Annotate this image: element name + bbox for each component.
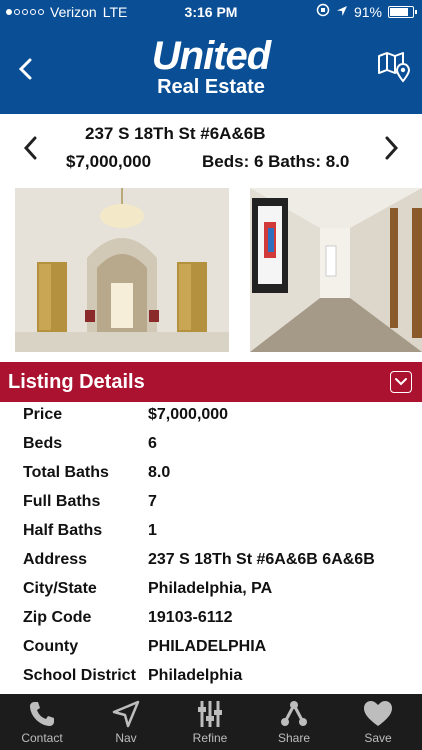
- sliders-icon: [168, 699, 252, 729]
- detail-label: Beds: [23, 435, 63, 452]
- detail-value: 7: [148, 493, 157, 510]
- chevron-right-icon: [385, 136, 399, 160]
- brand-logo: United Real Estate: [0, 36, 422, 98]
- detail-row-full-baths: Full Baths 7: [0, 489, 422, 518]
- tab-label: Contact: [21, 731, 63, 745]
- chevron-left-icon: [23, 136, 37, 160]
- chevron-down-icon: [395, 378, 407, 386]
- listing-photo-hallway[interactable]: [250, 188, 422, 352]
- tab-label: Share: [277, 731, 311, 745]
- detail-value: 237 S 18Th St #6A&6B 6A&6B: [148, 551, 375, 568]
- tab-label: Refine: [192, 731, 228, 745]
- detail-label: Address: [23, 551, 88, 568]
- brand-subtitle: Real Estate: [157, 76, 265, 98]
- bottom-tab-bar: Contact Nav Refine Share Save: [0, 694, 422, 750]
- detail-value: 6: [148, 435, 157, 452]
- tab-save[interactable]: Save: [336, 694, 420, 750]
- phone-icon: [0, 699, 84, 729]
- tab-contact[interactable]: Contact: [0, 694, 84, 750]
- detail-value: 8.0: [148, 464, 171, 481]
- listing-beds-baths: Beds: 6 Baths: 8.0: [202, 152, 350, 171]
- listing-price: $7,000,000: [66, 152, 152, 171]
- app-header: United Real Estate: [0, 24, 422, 114]
- detail-value: $7,000,000: [148, 406, 229, 423]
- section-title: Listing Details: [8, 371, 145, 393]
- detail-row-half-baths: Half Baths 1: [0, 518, 422, 547]
- detail-label: County: [23, 638, 79, 655]
- detail-label: City/State: [23, 580, 97, 597]
- photo-carousel[interactable]: [0, 186, 422, 354]
- detail-row-address: Address 237 S 18Th St #6A&6B 6A&6B: [0, 547, 422, 576]
- brand-name: United: [151, 34, 271, 78]
- tab-label: Save: [364, 731, 392, 745]
- listing-photo-lobby[interactable]: [15, 188, 229, 352]
- listing-details-header[interactable]: Listing Details: [0, 362, 422, 402]
- detail-row-beds: Beds 6: [0, 431, 422, 460]
- detail-value: PHILADELPHIA: [148, 638, 267, 655]
- tab-label: Nav: [115, 731, 137, 745]
- detail-row-school-district: School District Philadelphia: [0, 663, 422, 692]
- detail-label: Full Baths: [23, 493, 101, 510]
- tab-refine[interactable]: Refine: [168, 694, 252, 750]
- detail-value: Philadelphia: [148, 667, 243, 684]
- detail-label: School District: [23, 667, 136, 684]
- tab-nav[interactable]: Nav: [84, 694, 168, 750]
- heart-icon: [336, 699, 420, 729]
- listing-summary: 237 S 18Th St #6A&6B $7,000,000 Beds: 6 …: [0, 114, 422, 186]
- detail-label: Price: [23, 406, 63, 423]
- detail-value: 1: [148, 522, 157, 539]
- map-pin-icon: [378, 52, 411, 83]
- share-icon: [252, 699, 336, 729]
- battery-icon: [388, 5, 417, 18]
- location-icon: [336, 4, 348, 20]
- detail-row-county: County PHILADELPHIA: [0, 634, 422, 663]
- listing-details-list: Price $7,000,000 Beds 6 Total Baths 8.0 …: [0, 402, 422, 694]
- detail-value: 19103-6112: [148, 609, 233, 626]
- listing-address: 237 S 18Th St #6A&6B: [85, 124, 266, 143]
- detail-row-price: Price $7,000,000: [0, 402, 422, 431]
- collapse-toggle-button[interactable]: [390, 371, 412, 393]
- next-listing-button[interactable]: [380, 134, 402, 162]
- rotation-lock-icon: [316, 3, 330, 20]
- detail-label: Zip Code: [23, 609, 92, 626]
- detail-row-city-state: City/State Philadelphia, PA: [0, 576, 422, 605]
- detail-row-zip-code: Zip Code 19103-6112: [0, 605, 422, 634]
- tab-share[interactable]: Share: [252, 694, 336, 750]
- detail-value: Philadelphia, PA: [148, 580, 273, 597]
- map-button[interactable]: [376, 48, 412, 88]
- detail-label: Total Baths: [23, 464, 109, 481]
- detail-row-total-baths: Total Baths 8.0: [0, 460, 422, 489]
- battery-percent: 91%: [353, 3, 382, 20]
- previous-listing-button[interactable]: [20, 134, 42, 162]
- status-bar: Verizon LTE 3:16 PM 91%: [0, 0, 422, 24]
- status-right: 91%: [316, 3, 417, 20]
- detail-label: Half Baths: [23, 522, 103, 539]
- navigation-arrow-icon: [84, 699, 168, 729]
